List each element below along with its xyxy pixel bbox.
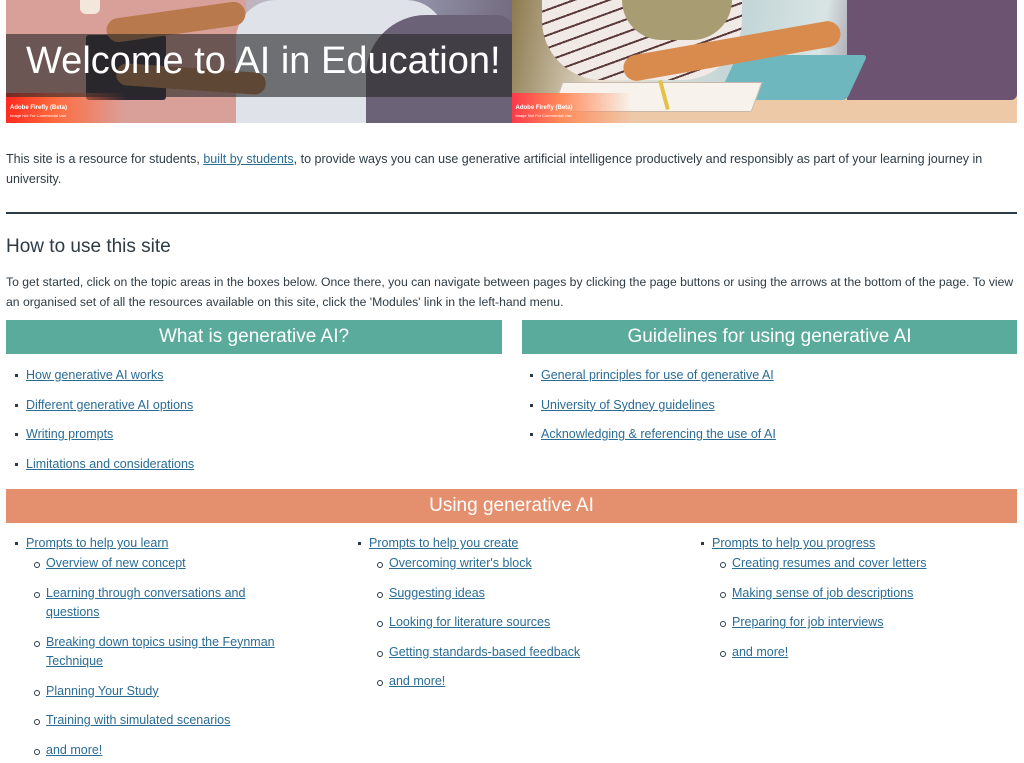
sub-list-item: and more!	[6, 741, 296, 761]
sub-list-item: and more!	[349, 672, 679, 692]
prompts-progress-link[interactable]: Prompts to help you progress	[712, 536, 875, 550]
learn-sublist: Overview of new concept Learning through…	[6, 554, 336, 760]
topic-link[interactable]: Suggesting ideas	[389, 586, 485, 600]
topic-link[interactable]: Creating resumes and cover letters	[732, 556, 927, 570]
sub-list-item: Looking for literature sources	[349, 613, 679, 633]
using-ai-header[interactable]: Using generative AI	[6, 489, 1017, 523]
topic-link[interactable]: Writing prompts	[26, 427, 113, 441]
sub-list-item: Training with simulated scenarios	[6, 711, 296, 731]
sub-list-item: Preparing for job interviews	[692, 613, 1022, 633]
sub-list-item: Learning through conversations and quest…	[6, 584, 296, 623]
sub-list-item: Creating resumes and cover letters	[692, 554, 1022, 574]
topic-link[interactable]: University of Sydney guidelines	[541, 398, 715, 412]
how-to-heading: How to use this site	[6, 236, 171, 257]
sub-list-item: Overview of new concept	[6, 554, 296, 574]
sub-list-item: Planning Your Study	[6, 682, 296, 702]
topic-link[interactable]: Overview of new concept	[46, 556, 186, 570]
list-item: Prompts to help you create	[349, 535, 679, 554]
list-item: University of Sydney guidelines	[521, 397, 776, 427]
topic-link[interactable]: and more!	[732, 645, 788, 659]
topic-link[interactable]: and more!	[46, 743, 102, 757]
list-item: Limitations and considerations	[6, 456, 194, 486]
topic-link[interactable]: Planning Your Study	[46, 684, 159, 698]
topic-link[interactable]: and more!	[389, 674, 445, 688]
what-is-ai-list: How generative AI works Different genera…	[6, 367, 194, 485]
guidelines-header-label: Guidelines for using generative AI	[627, 326, 912, 347]
watermark: Adobe Firefly (Beta) Image Not For Comme…	[10, 105, 67, 119]
guidelines-list: General principles for use of generative…	[521, 367, 776, 456]
watermark-subtitle: Image Not For Commercial Use	[515, 113, 572, 118]
using-ai-header-label: Using generative AI	[429, 495, 594, 516]
illustration-mug	[80, 0, 100, 14]
topic-link[interactable]: Training with simulated scenarios	[46, 713, 230, 727]
topic-link[interactable]: Learning through conversations and quest…	[46, 586, 245, 620]
progress-column: Prompts to help you progress Creating re…	[692, 535, 1022, 672]
guidelines-header[interactable]: Guidelines for using generative AI	[522, 320, 1017, 354]
sub-list-item: Getting standards-based feedback	[349, 643, 679, 663]
sub-list-item: Overcoming writer's block	[349, 554, 679, 574]
topic-link[interactable]: Looking for literature sources	[389, 615, 550, 629]
intro-paragraph: This site is a resource for students, bu…	[6, 150, 1016, 189]
topic-link[interactable]: Breaking down topics using the Feynman T…	[46, 635, 275, 669]
topic-link[interactable]: Acknowledging & referencing the use of A…	[541, 427, 776, 441]
watermark-title: Adobe Firefly (Beta)	[515, 105, 573, 111]
list-item: Prompts to help you learn	[6, 535, 336, 554]
what-is-ai-header-label: What is generative AI?	[158, 326, 350, 347]
create-sublist: Overcoming writer's block Suggesting ide…	[349, 554, 679, 692]
watermark: Adobe Firefly (Beta) Image Not For Comme…	[516, 105, 573, 119]
topic-link[interactable]: How generative AI works	[26, 368, 164, 382]
list-item: General principles for use of generative…	[521, 367, 776, 397]
watermark-title: Adobe Firefly (Beta)	[10, 105, 68, 111]
list-item: Acknowledging & referencing the use of A…	[521, 426, 776, 456]
prompts-create-link[interactable]: Prompts to help you create	[369, 536, 518, 550]
hero-banner: Adobe Firefly (Beta) Image Not For Comme…	[6, 0, 1017, 123]
prompts-learn-link[interactable]: Prompts to help you learn	[26, 536, 168, 550]
topic-link[interactable]: Preparing for job interviews	[732, 615, 883, 629]
hero-image-right: Adobe Firefly (Beta) Image Not For Comme…	[511, 0, 1017, 123]
list-item: How generative AI works	[6, 367, 194, 397]
sub-list-item: Making sense of job descriptions	[692, 584, 1022, 604]
list-item: Different generative AI options	[6, 397, 194, 427]
learn-column: Prompts to help you learn Overview of ne…	[6, 535, 336, 763]
watermark-subtitle: Image Not For Commercial Use	[10, 113, 67, 118]
topic-link[interactable]: Limitations and considerations	[26, 457, 194, 471]
topic-link[interactable]: Getting standards-based feedback	[389, 645, 580, 659]
illustration-laptop	[846, 0, 1017, 100]
page-title: Welcome to AI in Education!	[26, 40, 501, 82]
topic-link[interactable]: Different generative AI options	[26, 398, 193, 412]
page: Adobe Firefly (Beta) Image Not For Comme…	[0, 0, 1024, 763]
built-by-students-link[interactable]: built by students	[203, 152, 293, 166]
topic-link[interactable]: General principles for use of generative…	[541, 368, 774, 382]
sub-list-item: Suggesting ideas	[349, 584, 679, 604]
sub-list-item: Breaking down topics using the Feynman T…	[6, 633, 296, 672]
how-to-text: To get started, click on the topic areas…	[6, 275, 1014, 309]
what-is-ai-header[interactable]: What is generative AI?	[6, 320, 502, 354]
create-column: Prompts to help you create Overcoming wr…	[349, 535, 679, 702]
topic-link[interactable]: Making sense of job descriptions	[732, 586, 913, 600]
list-item: Prompts to help you progress	[692, 535, 1022, 554]
intro-text: This site is a resource for students,	[6, 152, 204, 166]
divider	[6, 212, 1017, 214]
progress-sublist: Creating resumes and cover letters Makin…	[692, 554, 1022, 662]
list-item: Writing prompts	[6, 426, 194, 456]
topic-link[interactable]: Overcoming writer's block	[389, 556, 532, 570]
sub-list-item: and more!	[692, 643, 1022, 663]
